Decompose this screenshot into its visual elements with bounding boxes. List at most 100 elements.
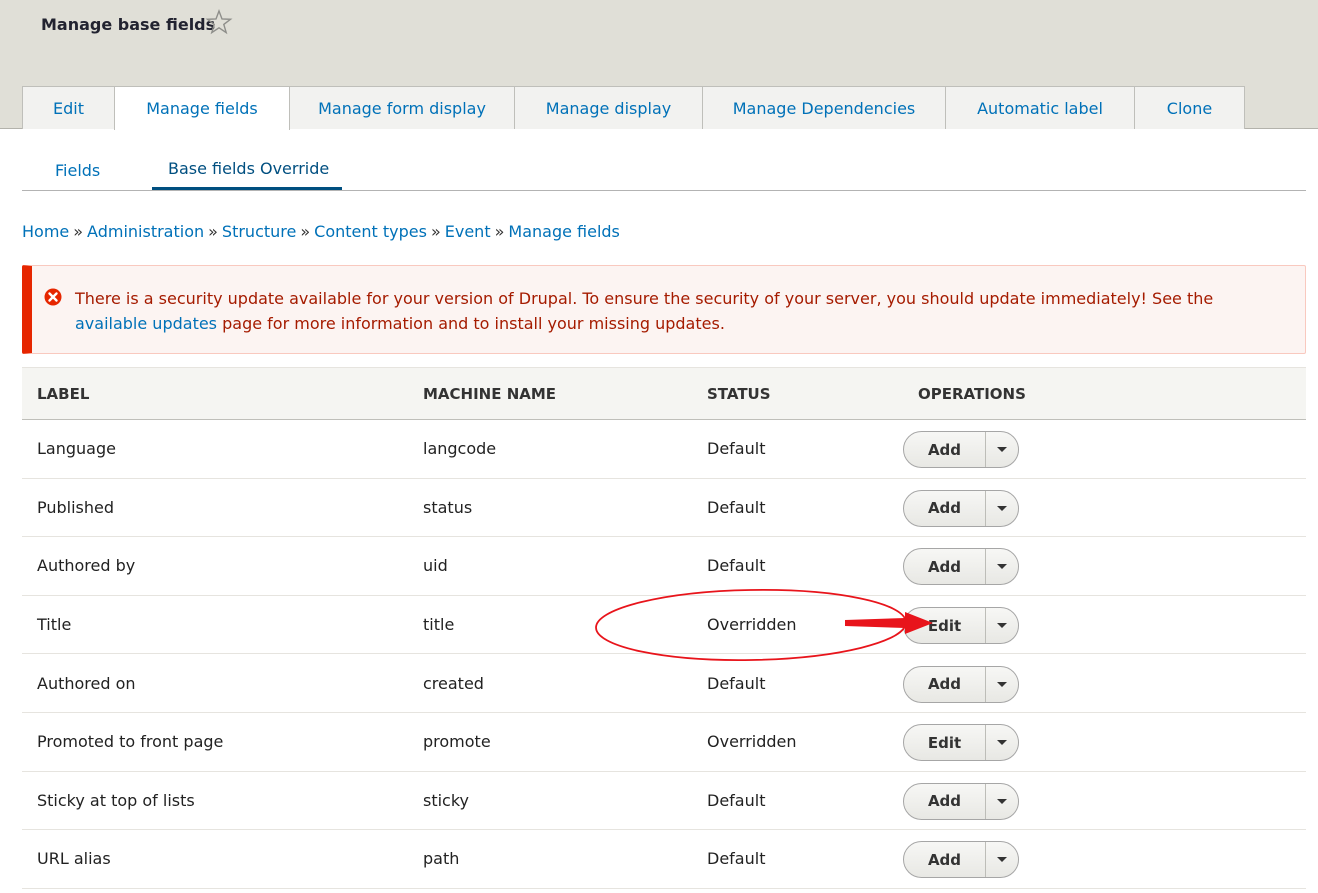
operations-cell: Edit [903, 712, 1306, 771]
table-row: Authored by uid Default Add [22, 537, 1306, 596]
breadcrumb-manage-fields[interactable]: Manage fields [508, 222, 620, 241]
dropdown-toggle[interactable] [986, 491, 1018, 526]
operations-cell: Edit [903, 595, 1306, 654]
field-label: Published [37, 497, 115, 517]
breadcrumb: Home» Administration» Structure» Content ty… [22, 222, 620, 241]
operations-dropbutton: Add [903, 489, 1019, 527]
operations-cell: Add [903, 478, 1306, 537]
alert-message: There is a security update available for… [75, 286, 1285, 336]
add-button[interactable]: Add [904, 842, 986, 878]
secondary-tabs: Fields Base fields Override [22, 148, 1306, 191]
chevron-down-icon [997, 505, 1007, 511]
tab-manage-fields[interactable]: Manage fields [114, 86, 290, 130]
field-label: Authored by [37, 556, 136, 576]
field-status: Default [707, 849, 766, 869]
chevron-down-icon [997, 857, 1007, 863]
breadcrumb-separator: » [73, 222, 84, 241]
table-row: Published status Default Add [22, 478, 1306, 537]
tab-manage-dependencies[interactable]: Manage Dependencies [702, 86, 946, 129]
tab-edit[interactable]: Edit [22, 86, 115, 129]
operations-dropbutton: Edit [903, 607, 1019, 645]
dropdown-toggle[interactable] [986, 784, 1018, 819]
tab-clone[interactable]: Clone [1134, 86, 1245, 129]
alert-text-before: There is a security update available for… [75, 289, 1214, 308]
operations-cell: Add [903, 537, 1306, 596]
add-button[interactable]: Add [904, 666, 986, 702]
alert-text-after: page for more information and to install… [217, 314, 725, 333]
dropdown-toggle[interactable] [986, 549, 1018, 584]
add-button[interactable]: Add [904, 783, 986, 819]
operations-dropbutton: Edit [903, 724, 1019, 762]
subtab-base-fields-override[interactable]: Base fields Override [152, 148, 342, 190]
table-row: Sticky at top of lists sticky Default Ad… [22, 771, 1306, 830]
field-status: Overridden [707, 615, 797, 635]
error-icon [44, 288, 62, 306]
breadcrumb-administration[interactable]: Administration [87, 222, 204, 241]
base-fields-table: LABEL MACHINE NAME STATUS OPERATIONS Lan… [22, 367, 1306, 889]
table-row: URL alias path Default Add [22, 830, 1306, 889]
field-status: Default [707, 790, 766, 810]
page-header: Manage base fields Edit Manage fields Ma… [0, 0, 1318, 130]
field-label: URL alias [37, 849, 111, 869]
operations-dropbutton: Add [903, 782, 1019, 820]
operations-cell: Add [903, 830, 1306, 889]
breadcrumb-separator: » [494, 222, 505, 241]
star-icon[interactable] [205, 8, 233, 36]
table-row: Title title Overridden Edit [22, 595, 1306, 654]
field-machine-name: path [423, 849, 460, 869]
tab-automatic-label[interactable]: Automatic label [945, 86, 1135, 129]
chevron-down-icon [997, 447, 1007, 453]
edit-button[interactable]: Edit [904, 725, 986, 761]
available-updates-link[interactable]: available updates [75, 314, 217, 333]
breadcrumb-structure[interactable]: Structure [222, 222, 296, 241]
page-title: Manage base fields [41, 15, 216, 34]
table-row: Language langcode Default Add [22, 420, 1306, 479]
add-button[interactable]: Add [904, 432, 986, 468]
add-button[interactable]: Add [904, 490, 986, 526]
field-label: Promoted to front page [37, 732, 224, 752]
operations-cell: Add [903, 420, 1306, 479]
field-status: Default [707, 439, 766, 459]
dropdown-toggle[interactable] [986, 608, 1018, 643]
chevron-down-icon [997, 740, 1007, 746]
dropdown-toggle[interactable] [986, 725, 1018, 760]
operations-dropbutton: Add [903, 548, 1019, 586]
header-operations: OPERATIONS [918, 384, 1026, 403]
dropdown-toggle[interactable] [986, 842, 1018, 877]
field-label: Language [37, 439, 116, 459]
operations-dropbutton: Add [903, 841, 1019, 879]
tab-manage-display[interactable]: Manage display [514, 86, 703, 129]
field-machine-name: title [423, 615, 455, 635]
breadcrumb-content-types[interactable]: Content types [314, 222, 427, 241]
operations-dropbutton: Add [903, 665, 1019, 703]
field-machine-name: promote [423, 732, 491, 752]
subtab-fields[interactable]: Fields [22, 148, 152, 190]
header-label: LABEL [37, 384, 90, 403]
chevron-down-icon [997, 681, 1007, 687]
field-machine-name: status [423, 497, 473, 517]
dropdown-toggle[interactable] [986, 667, 1018, 702]
header-status: STATUS [707, 384, 771, 403]
edit-button[interactable]: Edit [904, 608, 986, 644]
field-label: Title [37, 615, 72, 635]
operations-dropbutton: Add [903, 431, 1019, 469]
chevron-down-icon [997, 798, 1007, 804]
breadcrumb-event[interactable]: Event [445, 222, 491, 241]
field-machine-name: created [423, 673, 484, 693]
operations-cell: Add [903, 654, 1306, 713]
breadcrumb-home[interactable]: Home [22, 222, 69, 241]
field-machine-name: sticky [423, 790, 470, 810]
field-status: Default [707, 673, 766, 693]
field-machine-name: langcode [423, 439, 497, 459]
table-header-row: LABEL MACHINE NAME STATUS OPERATIONS [22, 367, 1306, 420]
breadcrumb-separator: » [208, 222, 218, 241]
field-machine-name: uid [423, 556, 448, 576]
field-status: Default [707, 556, 766, 576]
tab-manage-form-display[interactable]: Manage form display [289, 86, 515, 129]
table-row: Promoted to front page promote Overridde… [22, 712, 1306, 772]
field-status: Overridden [707, 732, 797, 752]
field-status: Default [707, 497, 766, 517]
dropdown-toggle[interactable] [986, 432, 1018, 467]
field-label: Sticky at top of lists [37, 790, 195, 810]
add-button[interactable]: Add [904, 549, 986, 585]
